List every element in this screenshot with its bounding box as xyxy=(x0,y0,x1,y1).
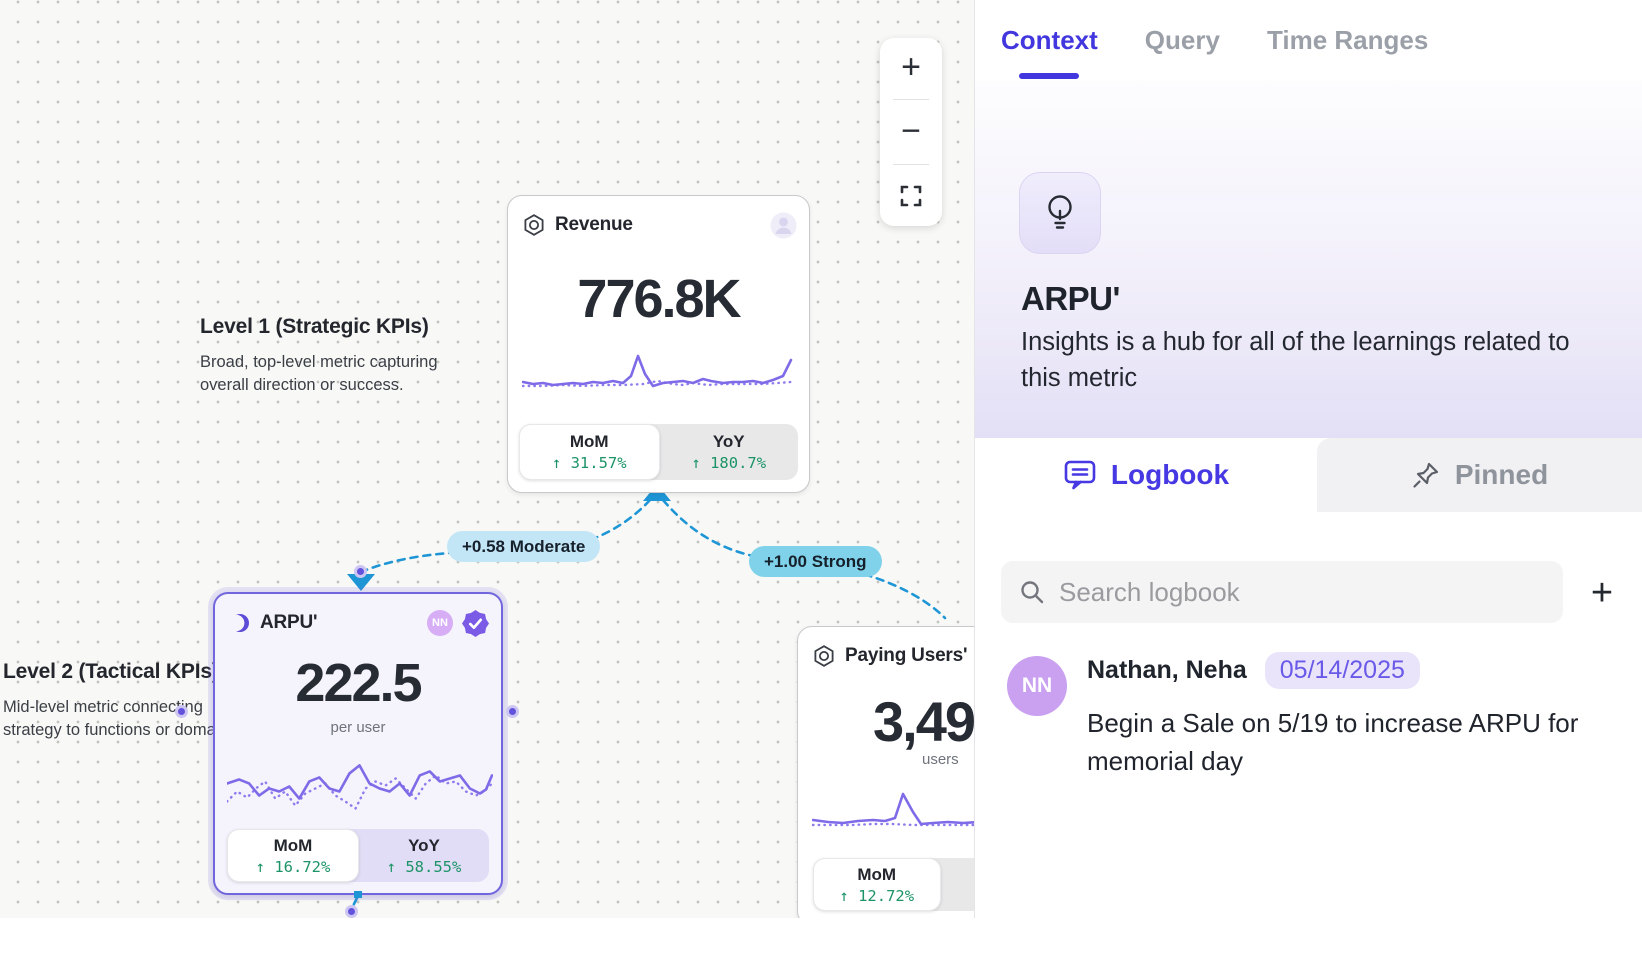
mom-value: ↑ 31.57% xyxy=(552,454,627,472)
panel-tab-bar: Context Query Time Ranges xyxy=(975,0,1642,80)
subtab-pinned[interactable]: Pinned xyxy=(1317,438,1642,512)
zoom-in-button[interactable]: + xyxy=(880,40,942,96)
mom-label: MoM xyxy=(857,865,896,885)
mom-toggle[interactable]: MoM ↑ 12.72% xyxy=(813,858,941,911)
yoy-label: YoY xyxy=(408,836,440,856)
mom-label: MoM xyxy=(570,432,609,452)
metric-unit: users xyxy=(922,751,959,768)
pin-icon xyxy=(1411,460,1441,490)
divider xyxy=(893,99,929,100)
metric-card-revenue[interactable]: Revenue 776.8K MoM ↑ 31.57% YoY ↑ 180.7% xyxy=(507,195,810,493)
crescent-moon-icon xyxy=(229,612,251,634)
arpu-bottom-edge-tick xyxy=(354,891,362,898)
card-title: Revenue xyxy=(555,214,761,236)
tab-query[interactable]: Query xyxy=(1145,0,1220,80)
owner-initials-badge[interactable]: NN xyxy=(427,610,453,636)
metric-title: ARPU' xyxy=(1021,280,1120,318)
arpu-top-handle[interactable] xyxy=(354,565,367,578)
correlation-value: +1.00 Strong xyxy=(764,552,867,572)
metric-insights-header: ARPU' Insights is a hub for all of the l… xyxy=(975,80,1642,438)
canvas-zoom-toolbar: + − xyxy=(880,38,942,226)
yoy-value: ↑ 58.55% xyxy=(387,858,462,876)
metric-value: 3,49 xyxy=(873,689,974,754)
divider xyxy=(893,164,929,165)
entry-text: Begin a Sale on 5/19 to increase ARPU fo… xyxy=(1087,704,1607,780)
correlation-label-strong[interactable]: +1.00 Strong xyxy=(749,546,882,577)
yoy-label: YoY xyxy=(713,432,745,452)
sparkline xyxy=(227,752,493,830)
yoy-value: ↑ 180.7% xyxy=(691,454,766,472)
fit-view-button[interactable] xyxy=(880,168,942,224)
subtab-logbook[interactable]: Logbook xyxy=(975,438,1317,512)
logbook-body: + NN Nathan, Neha 05/14/2025 Begin a Sal… xyxy=(975,512,1642,976)
mom-toggle[interactable]: MoM ↑ 31.57% xyxy=(519,424,660,480)
mom-toggle[interactable]: MoM ↑ 16.72% xyxy=(227,829,359,882)
metric-value: 776.8K xyxy=(508,268,809,330)
hexagon-node-icon xyxy=(812,644,836,668)
logbook-pinned-tabs: Logbook Pinned xyxy=(975,438,1642,512)
avatar: NN xyxy=(1007,656,1067,716)
yoy-toggle[interactable]: YoY ↑ 180.7% xyxy=(660,424,799,480)
tab-time-ranges[interactable]: Time Ranges xyxy=(1267,0,1428,80)
mom-value: ↑ 12.72% xyxy=(839,887,914,905)
correlation-value: +0.58 Moderate xyxy=(462,537,585,557)
search-input[interactable] xyxy=(1059,577,1545,608)
metric-card-arpu[interactable]: ARPU' NN 222.5 per user MoM ↑ 16.72% YoY… xyxy=(213,592,503,895)
card-title: Paying Users' xyxy=(845,645,974,667)
hexagon-node-icon xyxy=(522,213,546,237)
metric-card-paying-users[interactable]: Paying Users' 3,49 users MoM ↑ 12.72% xyxy=(797,626,974,918)
correlation-label-moderate[interactable]: +0.58 Moderate xyxy=(447,531,600,562)
fullscreen-icon xyxy=(900,185,922,207)
subtab-label: Pinned xyxy=(1455,459,1548,491)
entry-date-badge: 05/14/2025 xyxy=(1265,652,1420,689)
card-title: ARPU' xyxy=(260,612,418,634)
arpu-left-handle[interactable] xyxy=(175,705,188,718)
zoom-out-button[interactable]: − xyxy=(880,104,942,160)
avatar-icon xyxy=(770,212,797,239)
arpu-bottom-handle[interactable] xyxy=(345,905,358,918)
arpu-right-handle[interactable] xyxy=(506,705,519,718)
lightbulb-tile xyxy=(1019,172,1101,254)
logbook-chat-icon xyxy=(1063,459,1097,491)
mom-label: MoM xyxy=(274,836,313,856)
subtab-label: Logbook xyxy=(1111,459,1229,491)
tab-context[interactable]: Context xyxy=(1001,0,1098,80)
sparkline xyxy=(812,782,974,838)
yoy-toggle[interactable]: YoY ↑ 58.55% xyxy=(359,829,489,882)
metric-value: 222.5 xyxy=(215,652,501,714)
metric-tree-canvas[interactable]: +0.58 Moderate +1.00 Strong Level 1 (Str… xyxy=(0,0,974,918)
search-icon xyxy=(1019,579,1045,605)
verified-check-badge[interactable] xyxy=(462,610,489,637)
metric-description: Insights is a hub for all of the learnin… xyxy=(1021,324,1596,396)
logbook-search[interactable] xyxy=(1001,561,1563,623)
context-side-panel: Context Query Time Ranges ARPU' Insights… xyxy=(974,0,1642,918)
add-entry-button[interactable]: + xyxy=(1579,570,1625,616)
lightbulb-icon xyxy=(1040,191,1080,235)
entry-author: Nathan, Neha xyxy=(1087,656,1247,685)
yoy-toggle[interactable] xyxy=(941,858,975,911)
metric-unit: per user xyxy=(215,719,501,736)
sparkline xyxy=(522,346,794,398)
mom-value: ↑ 16.72% xyxy=(256,858,331,876)
